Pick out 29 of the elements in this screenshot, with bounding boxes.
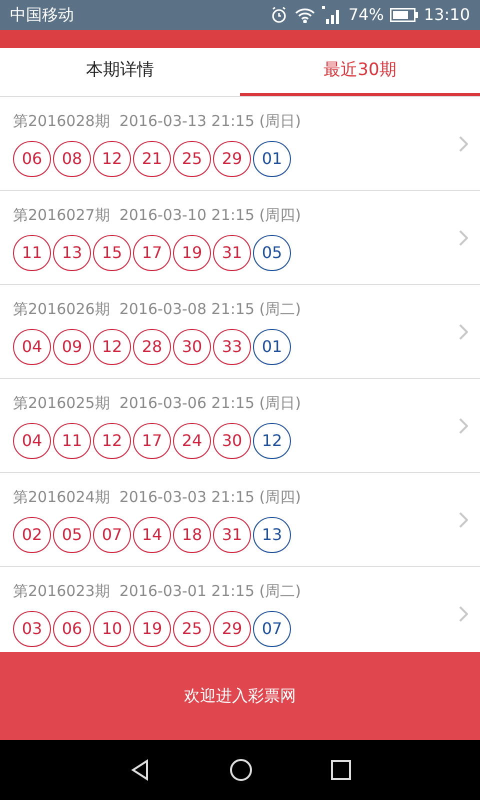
tab[interactable]: 最近30期 <box>240 48 480 96</box>
draw-title: 第2016028期 2016-03-13 21:15 (周日) <box>13 111 302 132</box>
welcome-banner[interactable]: 欢迎进入彩票网 <box>0 652 480 740</box>
draw-row[interactable]: 第2016026期 2016-03-08 21:15 (周二) 04 09 12 28 30 33 01 <box>0 285 480 379</box>
battery-percent: 74% <box>348 4 384 26</box>
draw-title: 第2016023期 2016-03-01 21:15 (周二) <box>13 581 302 602</box>
draw-title: 第2016025期 2016-03-06 21:15 (周日) <box>13 393 302 414</box>
chevron-right-icon <box>459 606 468 622</box>
draw-row[interactable]: 第2016028期 2016-03-13 21:15 (周日) 06 08 12 21 25 29 01 <box>0 97 480 191</box>
chevron-right-icon <box>459 418 468 434</box>
recents-icon[interactable] <box>330 759 352 781</box>
draw-title: 第2016027期 2016-03-10 21:15 (周四) <box>13 205 302 226</box>
draw-row[interactable]: 第2016027期 2016-03-10 21:15 (周四) 11 13 15 17 19 31 05 <box>0 191 480 285</box>
chevron-right-icon <box>459 136 468 152</box>
chevron-right-icon <box>459 324 468 340</box>
draw-row[interactable]: 第2016024期 2016-03-03 21:15 (周四) 02 05 07 14 18 31 13 <box>0 473 480 567</box>
home-icon[interactable] <box>228 758 253 782</box>
chevron-right-icon <box>459 512 468 528</box>
tab[interactable]: 本期详情 <box>0 48 240 96</box>
alarm-icon <box>270 6 288 24</box>
battery-icon <box>390 8 418 22</box>
draw-title: 第2016024期 2016-03-03 21:15 (周四) <box>13 487 302 508</box>
wifi-icon <box>294 7 316 23</box>
draw-title: 第2016026期 2016-03-08 21:15 (周二) <box>13 299 302 320</box>
clock-time: 13:10 <box>424 4 470 26</box>
carrier-name: 中国移动 <box>10 4 74 26</box>
banner-text: 欢迎进入彩票网 <box>184 685 296 707</box>
chevron-right-icon <box>459 230 468 246</box>
draw-row[interactable]: 第2016025期 2016-03-06 21:15 (周日) 04 11 12 17 24 30 12 <box>0 379 480 473</box>
